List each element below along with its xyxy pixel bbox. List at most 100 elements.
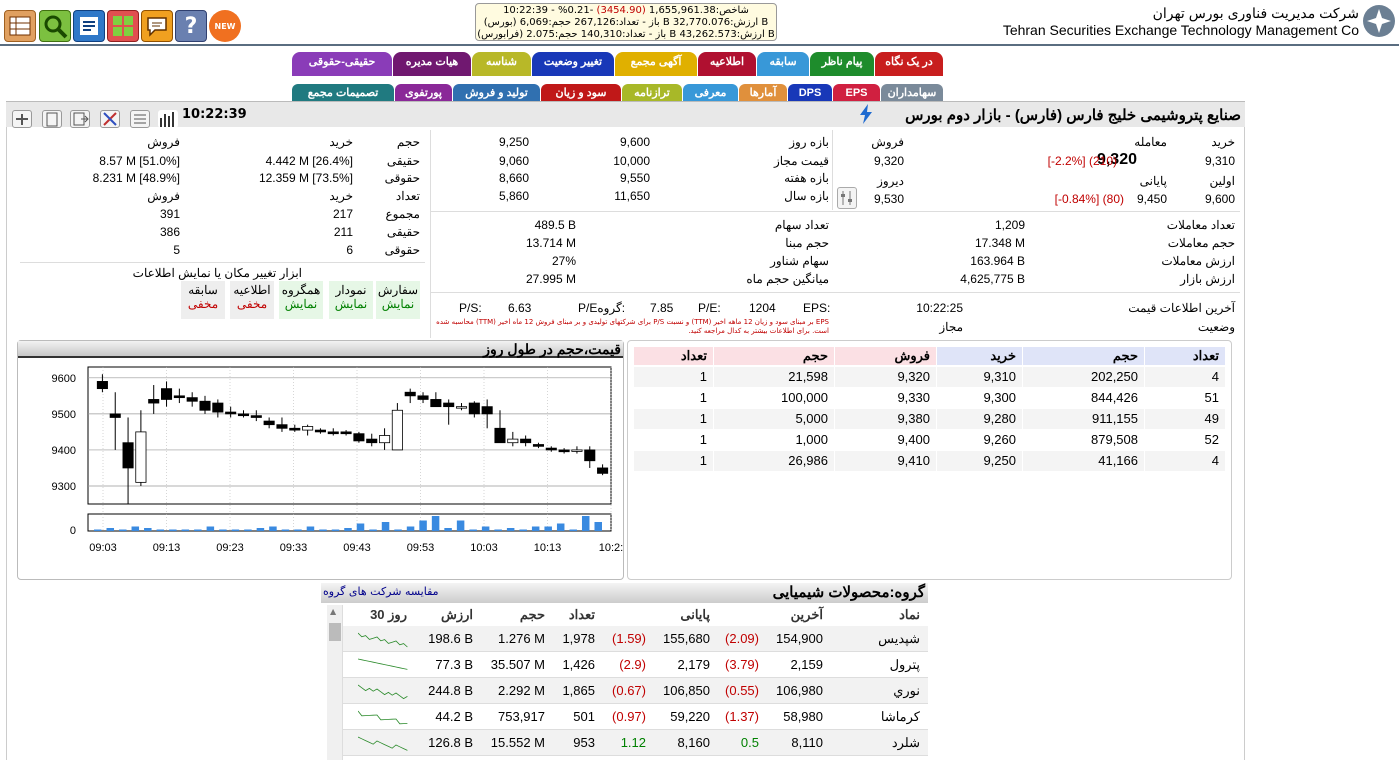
volume-bar xyxy=(556,523,565,531)
toggle-announcements[interactable]: اطلاعیه مخفی xyxy=(230,281,274,319)
sell-count-cell: 1 xyxy=(634,430,713,450)
volume-tick-label: 0 xyxy=(70,525,76,537)
group-final: 59,220 xyxy=(670,709,710,724)
chat-icon[interactable] xyxy=(141,10,173,42)
divider xyxy=(430,211,1240,212)
tab-overview[interactable]: در یک نگاه xyxy=(875,52,943,76)
chart-title: قیمت،حجم در طول روز xyxy=(483,341,621,357)
export-icon[interactable] xyxy=(70,110,90,128)
group-last-change: (1.37) xyxy=(725,709,759,724)
settings-sliders-icon[interactable] xyxy=(837,187,857,209)
tab-announcements[interactable]: اطلاعیه xyxy=(698,52,756,76)
sparkline-icon xyxy=(358,658,408,670)
tools-icon[interactable] xyxy=(100,110,120,128)
group-count: 501 xyxy=(573,709,595,724)
toggle-orders[interactable]: سفارش نمایش xyxy=(376,281,420,319)
group-symbol[interactable]: شپدیس xyxy=(830,626,926,652)
tab-dps[interactable]: DPS xyxy=(788,84,832,102)
toggle-name: اطلاعیه xyxy=(233,283,271,297)
group-symbol[interactable]: شلرد xyxy=(830,730,926,756)
group-last-change: (2.09) xyxy=(725,631,759,646)
ticker-index-change: (3454.90) xyxy=(596,5,646,16)
volume-bar xyxy=(494,529,502,531)
group-symbol[interactable]: كرماشا xyxy=(830,704,926,730)
range-high: 9,060 xyxy=(498,154,529,168)
sell-price-cell: 9,380 xyxy=(835,409,936,429)
group-volume: 2.292 M xyxy=(498,683,545,698)
ticker-index-label: شاخص: xyxy=(715,5,749,16)
tab-supervisor-message[interactable]: پیام ناظر xyxy=(810,52,874,76)
y-tick-label: 9500 xyxy=(52,409,76,421)
candle-body xyxy=(558,449,570,453)
candle-body xyxy=(353,433,365,442)
toggle-state: مخفی xyxy=(187,297,219,311)
group-title: گروه:محصولات شیمیایی xyxy=(772,584,925,601)
candle-body xyxy=(597,467,609,474)
candle-body xyxy=(430,399,442,408)
share-stat-label: حجم مبنا xyxy=(785,236,829,250)
sell-price-cell: 9,410 xyxy=(835,451,936,471)
tab-shareholders[interactable]: سهامداران xyxy=(881,84,943,102)
group-count: 1,978 xyxy=(562,631,595,646)
group-last-change: (3.79) xyxy=(725,657,759,672)
volume-bar xyxy=(544,526,552,531)
share-stat-label: سهام شناور xyxy=(770,254,829,268)
volume-bar xyxy=(94,529,102,531)
chart-bars-icon[interactable] xyxy=(158,110,178,128)
tab-balance-sheet[interactable]: ترازنامه xyxy=(622,84,682,102)
tab-portfolio[interactable]: پورتفوی xyxy=(395,84,452,102)
legal-buy-volume: 12.359 M [73.5%] xyxy=(258,171,353,185)
new-icon[interactable]: NEW xyxy=(209,10,241,42)
sell-volume-cell: 21,598 xyxy=(714,367,834,387)
tab-status-change[interactable]: تغییر وضعیت xyxy=(532,52,614,76)
help-icon[interactable]: ? xyxy=(175,10,207,42)
toggle-group[interactable]: همگروه نمایش xyxy=(279,281,323,319)
group-value: 198.6 B xyxy=(428,631,473,646)
group-scrollbar[interactable]: ▲ xyxy=(327,605,343,760)
last-header: آخرین xyxy=(790,607,823,622)
candle-body xyxy=(417,395,429,400)
document-icon[interactable] xyxy=(42,110,62,128)
count-header: تعداد xyxy=(395,189,420,203)
candle-body xyxy=(468,402,480,415)
scroll-up-icon[interactable]: ▲ xyxy=(330,607,336,616)
table-icon[interactable] xyxy=(4,10,36,42)
tab-eps[interactable]: EPS xyxy=(833,84,880,102)
tab-profit-loss[interactable]: سود و زیان xyxy=(541,84,621,102)
tab-board[interactable]: هیات مدیره xyxy=(393,52,471,76)
chart-canvas[interactable]: 9600 9500 9400 9300 0 09:03 09:13 09:23 09:33 09:… xyxy=(18,359,623,579)
add-icon[interactable] xyxy=(12,110,32,128)
yesterday-value: 9,530 xyxy=(873,192,904,206)
divider xyxy=(832,130,833,210)
tab-statistics[interactable]: آمارها xyxy=(739,84,787,102)
candle-body xyxy=(379,435,391,444)
news-icon[interactable] xyxy=(73,10,105,42)
compare-group-link[interactable]: مقایسه شرکت های گروه xyxy=(323,585,439,598)
grid-icon[interactable] xyxy=(107,10,139,42)
tab-real-legal[interactable]: حقیقی-حقوقی xyxy=(292,52,392,76)
group-symbol[interactable]: نوري xyxy=(830,678,926,704)
sell-label: فروش xyxy=(871,135,904,149)
tab-identifier[interactable]: شناسه xyxy=(472,52,531,76)
tab-assembly-decisions[interactable]: تصمیمات مجمع xyxy=(292,84,394,102)
value-header: ارزش xyxy=(440,607,473,622)
list-icon[interactable] xyxy=(130,110,150,128)
search-icon[interactable] xyxy=(39,10,71,42)
count-header: تعداد xyxy=(568,607,595,622)
tab-production-sales[interactable]: تولید و فروش xyxy=(453,84,540,102)
divider xyxy=(20,262,425,263)
tab-introduction[interactable]: معرفی xyxy=(683,84,738,102)
tab-assembly-notice[interactable]: آگهی مجمع xyxy=(615,52,697,76)
scroll-thumb[interactable] xyxy=(329,623,341,641)
tab-history[interactable]: سابقه xyxy=(757,52,809,76)
toggle-history[interactable]: سابقه مخفی xyxy=(181,281,225,319)
sell-price-cell: 9,330 xyxy=(835,388,936,408)
toggle-chart[interactable]: نمودار نمایش xyxy=(329,281,373,319)
trade-stat-label: تعداد معاملات xyxy=(1166,218,1235,232)
group-symbol[interactable]: پترول xyxy=(830,652,926,678)
real-label: حقیقی xyxy=(386,154,420,168)
final-pct: [-0.84%] xyxy=(1054,192,1100,206)
trade-stat-value: 17.348 M xyxy=(974,236,1025,250)
share-stat-value: 27.995 M xyxy=(525,272,576,286)
sell-volume-cell: 5,000 xyxy=(714,409,834,429)
